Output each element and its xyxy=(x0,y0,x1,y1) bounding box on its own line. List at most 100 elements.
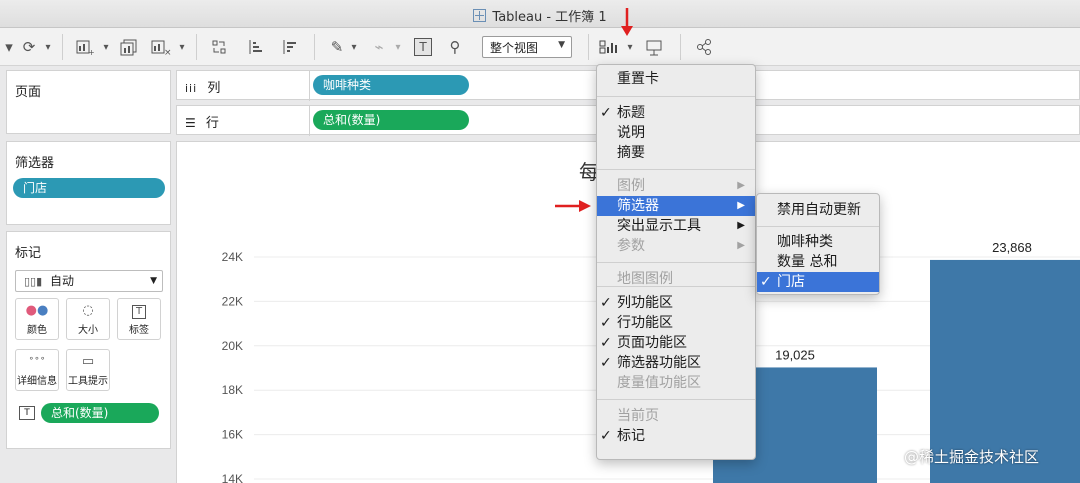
text-mark-icon: T xyxy=(19,406,35,420)
clear-dropdown-icon[interactable]: ▾ xyxy=(176,36,188,58)
menu-item[interactable]: ✓ 标题 xyxy=(597,103,755,123)
rows-pill[interactable]: 总和(数量) xyxy=(313,110,469,130)
clear-sheet-icon[interactable]: × xyxy=(148,36,174,58)
menu-item[interactable]: ✓ 行功能区 xyxy=(597,313,755,333)
bar-chart-icon: ▯▯▮ xyxy=(24,275,43,288)
rows-icon: ☰ xyxy=(185,116,196,130)
back-dropdown-icon[interactable]: ▾ xyxy=(4,36,14,58)
sort-asc-icon[interactable] xyxy=(242,36,268,58)
show-me-dropdown-icon[interactable]: ▾ xyxy=(624,36,636,58)
menu-item[interactable]: ✓ 筛选器功能区 xyxy=(597,353,755,373)
submenu-item-label: 禁用自动更新 xyxy=(777,202,861,218)
label-icon[interactable]: T xyxy=(412,36,434,58)
menu-item[interactable]: 说明 xyxy=(597,123,755,143)
checkmark-icon: ✓ xyxy=(600,105,612,121)
menu-item-label: 参数 xyxy=(617,238,645,254)
marks-card: 标记 ▯▯▮ 自动 ▼ ●● 颜色 ◌ 大小 T 标签 ∘∘∘ 详细信息 ▭ 工… xyxy=(6,231,171,449)
menu-item[interactable]: 突出显示工具 ▶ xyxy=(597,216,755,236)
toolbar-separator xyxy=(314,34,315,60)
highlight-dropdown-icon[interactable]: ▾ xyxy=(348,36,360,58)
share-icon[interactable] xyxy=(692,36,716,58)
menu-item-label: 列功能区 xyxy=(617,295,673,311)
marks-pill[interactable]: 总和(数量) xyxy=(41,403,159,423)
menu-item[interactable]: 重置卡 xyxy=(597,69,755,89)
menu-item-label: 筛选器功能区 xyxy=(617,355,701,371)
view-menu: 重置卡 ✓ 标题 说明 摘要 图例 ▶ 筛选器 ▶ 突出显示工具 ▶ 参数 ▶ 地图图例 ✓ 列功能区 ✓ 行功能… xyxy=(596,64,756,460)
menu-separator xyxy=(597,262,755,263)
highlight-icon[interactable]: ✎ xyxy=(326,36,348,58)
show-me-icon[interactable] xyxy=(598,36,622,58)
bar-label: 23,868 xyxy=(992,240,1032,255)
y-tick-label: 16K xyxy=(222,428,243,442)
menu-item[interactable]: 筛选器 ▶ xyxy=(597,196,755,216)
size-icon: ◌ xyxy=(82,303,94,318)
columns-pill[interactable]: 咖啡种类 xyxy=(313,75,469,95)
watermark: @稀土掘金技术社区 xyxy=(904,448,1040,466)
clip-dropdown-icon[interactable]: ▾ xyxy=(392,36,404,58)
menu-item-label: 行功能区 xyxy=(617,315,673,331)
marks-card-title: 标记 xyxy=(15,246,42,261)
y-tick-label: 24K xyxy=(222,250,243,264)
toolbar-separator xyxy=(680,34,681,60)
checkmark-icon: ✓ xyxy=(600,355,612,371)
filter-pill[interactable]: 门店 xyxy=(13,178,165,198)
duplicate-sheet-icon[interactable] xyxy=(116,36,142,58)
submenu-item[interactable]: 数量 总和 xyxy=(757,252,879,272)
menu-item[interactable]: ✓ 列功能区 xyxy=(597,293,755,313)
menu-item-label: 页面功能区 xyxy=(617,335,687,351)
submenu-item-label: 咖啡种类 xyxy=(777,234,833,250)
tooltip-button[interactable]: ▭ 工具提示 xyxy=(66,349,110,391)
menu-item: 度量值功能区 xyxy=(597,373,755,393)
toolbar-separator xyxy=(196,34,197,60)
color-icon: ●● xyxy=(25,303,49,318)
chevron-down-icon: ▼ xyxy=(150,276,157,286)
y-tick-label: 20K xyxy=(222,339,243,353)
menu-separator xyxy=(597,399,755,400)
detail-button[interactable]: ∘∘∘ 详细信息 xyxy=(15,349,59,391)
checkmark-icon: ✓ xyxy=(600,295,612,311)
tooltip-icon: ▭ xyxy=(81,354,95,369)
svg-text:×: × xyxy=(164,48,172,56)
pages-card: 页面 xyxy=(6,70,171,134)
new-chart-icon[interactable]: + xyxy=(72,36,98,58)
clip-icon[interactable]: ⌁ xyxy=(368,36,390,58)
menu-item[interactable]: ✓ 页面功能区 xyxy=(597,333,755,353)
svg-text:+: + xyxy=(88,48,95,56)
menu-item-label: 地图图例 xyxy=(617,271,673,287)
submenu-item[interactable]: 咖啡种类 xyxy=(757,232,879,252)
submenu-arrow-icon: ▶ xyxy=(737,220,745,231)
menu-item-label: 重置卡 xyxy=(617,71,659,87)
label-button[interactable]: T 标签 xyxy=(117,298,161,340)
size-button[interactable]: ◌ 大小 xyxy=(66,298,110,340)
swap-icon[interactable] xyxy=(206,36,232,58)
menu-item-label: 摘要 xyxy=(617,145,645,161)
menu-item-label: 筛选器 xyxy=(617,198,659,214)
menu-item: 地图图例 xyxy=(597,269,755,289)
submenu-item-label: 门店 xyxy=(777,274,805,290)
presentation-icon[interactable] xyxy=(642,36,666,58)
toolbar: ▾ ⟳ ▾ + ▾ × ▾ ✎ ▾ ⌁ ▾ T ⚲ 整个视图 ▼ ▾ xyxy=(0,28,1080,66)
menu-item: 当前页 xyxy=(597,406,755,426)
filters-card: 筛选器 门店 xyxy=(6,141,171,225)
bar-label: 19,025 xyxy=(775,347,815,362)
menu-item-label: 标记 xyxy=(617,428,645,444)
fit-select[interactable]: 整个视图 ▼ xyxy=(482,36,572,58)
menu-item-label: 突出显示工具 xyxy=(617,218,701,234)
menu-item-label: 标题 xyxy=(617,105,645,121)
pin-icon[interactable]: ⚲ xyxy=(444,36,466,58)
columns-icon: iii xyxy=(185,82,198,95)
submenu-item-label: 数量 总和 xyxy=(777,254,838,270)
menu-item[interactable]: ✓ 标记 xyxy=(597,426,755,446)
y-tick-label: 18K xyxy=(222,383,243,397)
new-chart-dropdown-icon[interactable]: ▾ xyxy=(100,36,112,58)
text-label-icon: T xyxy=(118,299,160,321)
submenu-item[interactable]: 禁用自动更新 xyxy=(757,200,879,220)
redo-dropdown-icon[interactable]: ▾ xyxy=(42,36,54,58)
redo-icon[interactable]: ⟳ xyxy=(18,36,40,58)
sort-desc-icon[interactable] xyxy=(276,36,302,58)
marks-type-select[interactable]: ▯▯▮ 自动 ▼ xyxy=(15,270,163,292)
color-button[interactable]: ●● 颜色 xyxy=(15,298,59,340)
shelf-divider xyxy=(309,71,310,101)
menu-item[interactable]: 摘要 xyxy=(597,143,755,163)
submenu-item[interactable]: ✓ 门店 xyxy=(757,272,879,292)
